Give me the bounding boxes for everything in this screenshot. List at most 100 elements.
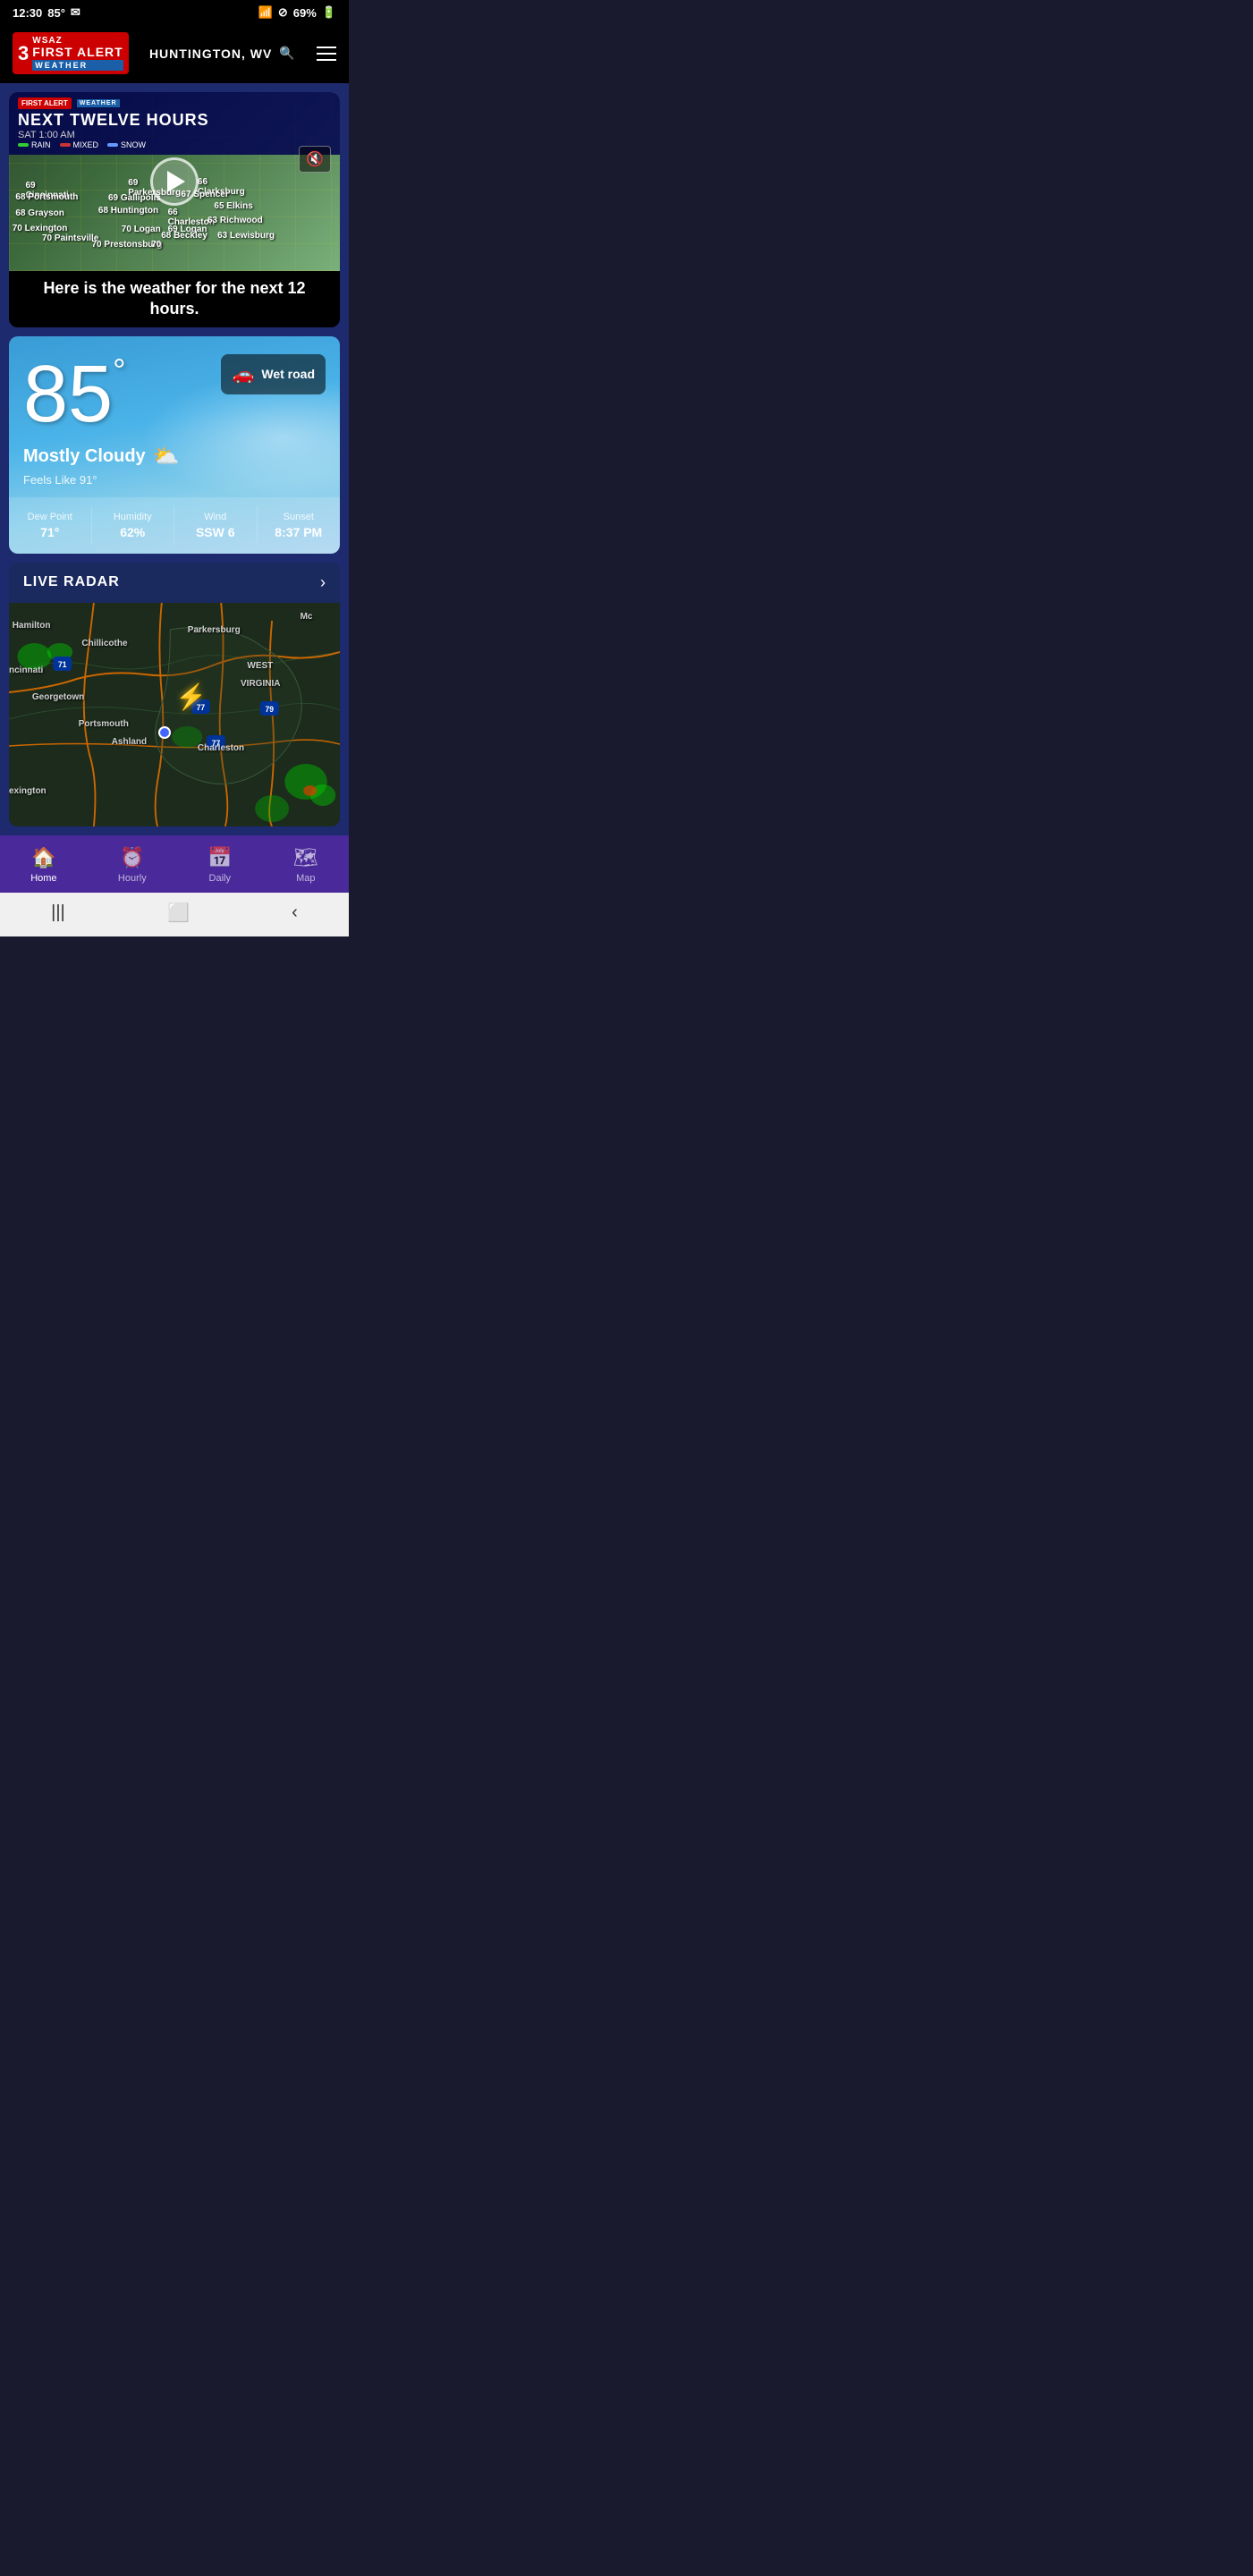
nav-hourly[interactable]: ⏰ Hourly <box>100 843 165 887</box>
app-logo: 3 WSAZ FIRST ALERT WEATHER <box>13 32 129 74</box>
temp-unit: ° <box>113 352 125 388</box>
mixed-dot <box>60 143 71 147</box>
mixed-label: MIXED <box>73 140 99 149</box>
play-button[interactable] <box>150 157 199 206</box>
video-subtitle: SAT 1:00 AM RAIN MIXED SNOW <box>18 130 331 149</box>
location-dot <box>158 726 171 739</box>
notification-icon: ✉ <box>71 5 80 20</box>
home-icon: 🏠 <box>31 846 55 869</box>
video-banner: FIRST ALERT WEATHER NEXT TWELVE HOURS SA… <box>9 92 340 155</box>
video-title: NEXT TWELVE HOURS <box>18 111 331 130</box>
menu-line-1 <box>317 47 336 48</box>
rain-dot <box>18 143 29 147</box>
legend-snow: SNOW <box>107 140 146 149</box>
bottom-nav: 🏠 Home ⏰ Hourly 📅 Daily 🗺 Map <box>0 835 349 893</box>
system-nav: ||| ⬜ ‹ <box>0 893 349 936</box>
main-content: FIRST ALERT WEATHER NEXT TWELVE HOURS SA… <box>0 83 349 835</box>
stat-sunset: Sunset 8:37 PM <box>258 506 341 545</box>
wet-road-icon: 🚗 <box>232 363 254 386</box>
svg-text:79: 79 <box>266 705 275 714</box>
video-caption: Here is the weather for the next 12 hour… <box>9 271 340 327</box>
snow-dot <box>107 143 118 147</box>
map-label-chillicothe: Chillicothe <box>81 639 127 648</box>
hourly-label: Hourly <box>118 873 147 884</box>
mute-button[interactable]: 🔇 <box>299 146 331 173</box>
back-button[interactable]: ‹ <box>292 902 298 923</box>
battery-icon: 🔋 <box>322 5 336 20</box>
map-label-parkersburg: Parkersburg <box>188 625 241 635</box>
daily-icon: 📅 <box>207 846 232 869</box>
map-label-hamilton: Hamilton <box>13 621 51 631</box>
recent-apps-button[interactable]: ||| <box>51 902 65 923</box>
search-icon[interactable]: 🔍 <box>279 46 295 61</box>
status-left: 12:30 85° ✉ <box>13 5 80 20</box>
radar-map[interactable]: 71 77 77 79 ⚡ Hamilton Chillicothe Parke… <box>9 603 340 826</box>
wet-road-badge: 🚗 Wet road <box>221 354 326 394</box>
feels-like: Feels Like 91° <box>9 473 340 497</box>
play-triangle <box>167 171 185 192</box>
daily-label: Daily <box>209 873 231 884</box>
stat-wind: Wind SSW 6 <box>174 506 258 545</box>
map-label-ashland: Ashland <box>112 737 147 747</box>
video-card: FIRST ALERT WEATHER NEXT TWELVE HOURS SA… <box>9 92 340 327</box>
time-display: 12:30 <box>13 6 42 20</box>
map-label-mc: Mc <box>301 612 313 622</box>
menu-button[interactable] <box>317 47 336 61</box>
temp-value: 85 <box>23 350 113 439</box>
wifi-icon: 📶 <box>258 5 273 20</box>
menu-line-2 <box>317 53 336 55</box>
location-text: HUNTINGTON, WV <box>149 47 272 61</box>
humidity-label: Humidity <box>114 512 152 522</box>
logo-weather: WEATHER <box>32 60 123 71</box>
menu-line-3 <box>317 59 336 61</box>
condition-icon: ⛅ <box>153 444 180 470</box>
dew-point-label: Dew Point <box>28 512 72 522</box>
svg-text:71: 71 <box>58 660 67 669</box>
sunset-value: 8:37 PM <box>275 525 322 539</box>
sunset-label: Sunset <box>284 512 314 522</box>
hourly-icon: ⏰ <box>120 846 144 869</box>
map-label-charleston: Charleston <box>198 743 244 753</box>
video-banner-top: FIRST ALERT WEATHER <box>18 97 331 109</box>
weather-stats: Dew Point 71° Humidity 62% Wind SSW 6 Su… <box>9 497 340 554</box>
map-label-virginia: VIRGINIA <box>241 679 280 689</box>
map-label-lexington: exington <box>9 786 47 796</box>
first-alert-badge: FIRST ALERT <box>18 97 72 109</box>
legend-rain: RAIN <box>18 140 51 149</box>
map-roads-svg: 71 77 77 79 <box>9 603 340 826</box>
home-label: Home <box>30 873 56 884</box>
header: 3 WSAZ FIRST ALERT WEATHER HUNTINGTON, W… <box>0 25 349 83</box>
wet-road-text: Wet road <box>261 367 315 381</box>
radar-section: LIVE RADAR › <box>9 563 340 826</box>
map-label-cincinnati: ncinnati <box>9 665 43 675</box>
home-button[interactable]: ⬜ <box>167 902 190 924</box>
battery-level: 69% <box>293 6 317 20</box>
snow-label: SNOW <box>121 140 146 149</box>
lightning-icon: ⚡ <box>175 682 207 711</box>
legend-mixed: MIXED <box>60 140 99 149</box>
stat-dew-point: Dew Point 71° <box>9 506 92 545</box>
weather-main: 🚗 Wet road 85° <box>9 336 340 444</box>
map-label-portsmouth: Portsmouth <box>79 719 129 729</box>
video-legend: RAIN MIXED SNOW <box>18 140 331 149</box>
logo-number: 3 <box>18 42 29 65</box>
nav-home[interactable]: 🏠 Home <box>13 843 74 887</box>
condition-row: Mostly Cloudy ⛅ <box>9 444 340 473</box>
weather-card: 🚗 Wet road 85° Mostly Cloudy ⛅ Feels Lik… <box>9 336 340 554</box>
stat-humidity: Humidity 62% <box>92 506 175 545</box>
radar-title: LIVE RADAR <box>23 574 120 590</box>
condition-text: Mostly Cloudy <box>23 446 146 467</box>
map-label-georgetown: Georgetown <box>32 692 84 702</box>
nav-daily[interactable]: 📅 Daily <box>190 843 250 887</box>
location-display[interactable]: HUNTINGTON, WV 🔍 <box>149 46 296 61</box>
weather-badge: WEATHER <box>77 99 120 107</box>
nav-map[interactable]: 🗺 Map <box>275 843 336 887</box>
logo-text-block: WSAZ FIRST ALERT WEATHER <box>32 36 123 71</box>
status-right: 📶 ⊘ 69% 🔋 <box>258 5 336 20</box>
wind-value: SSW 6 <box>196 525 235 539</box>
rain-label: RAIN <box>31 140 51 149</box>
humidity-value: 62% <box>120 525 145 539</box>
map-label-west: WEST <box>247 661 273 671</box>
radar-header[interactable]: LIVE RADAR › <box>9 563 340 603</box>
map-icon: 🗺 <box>293 846 318 869</box>
